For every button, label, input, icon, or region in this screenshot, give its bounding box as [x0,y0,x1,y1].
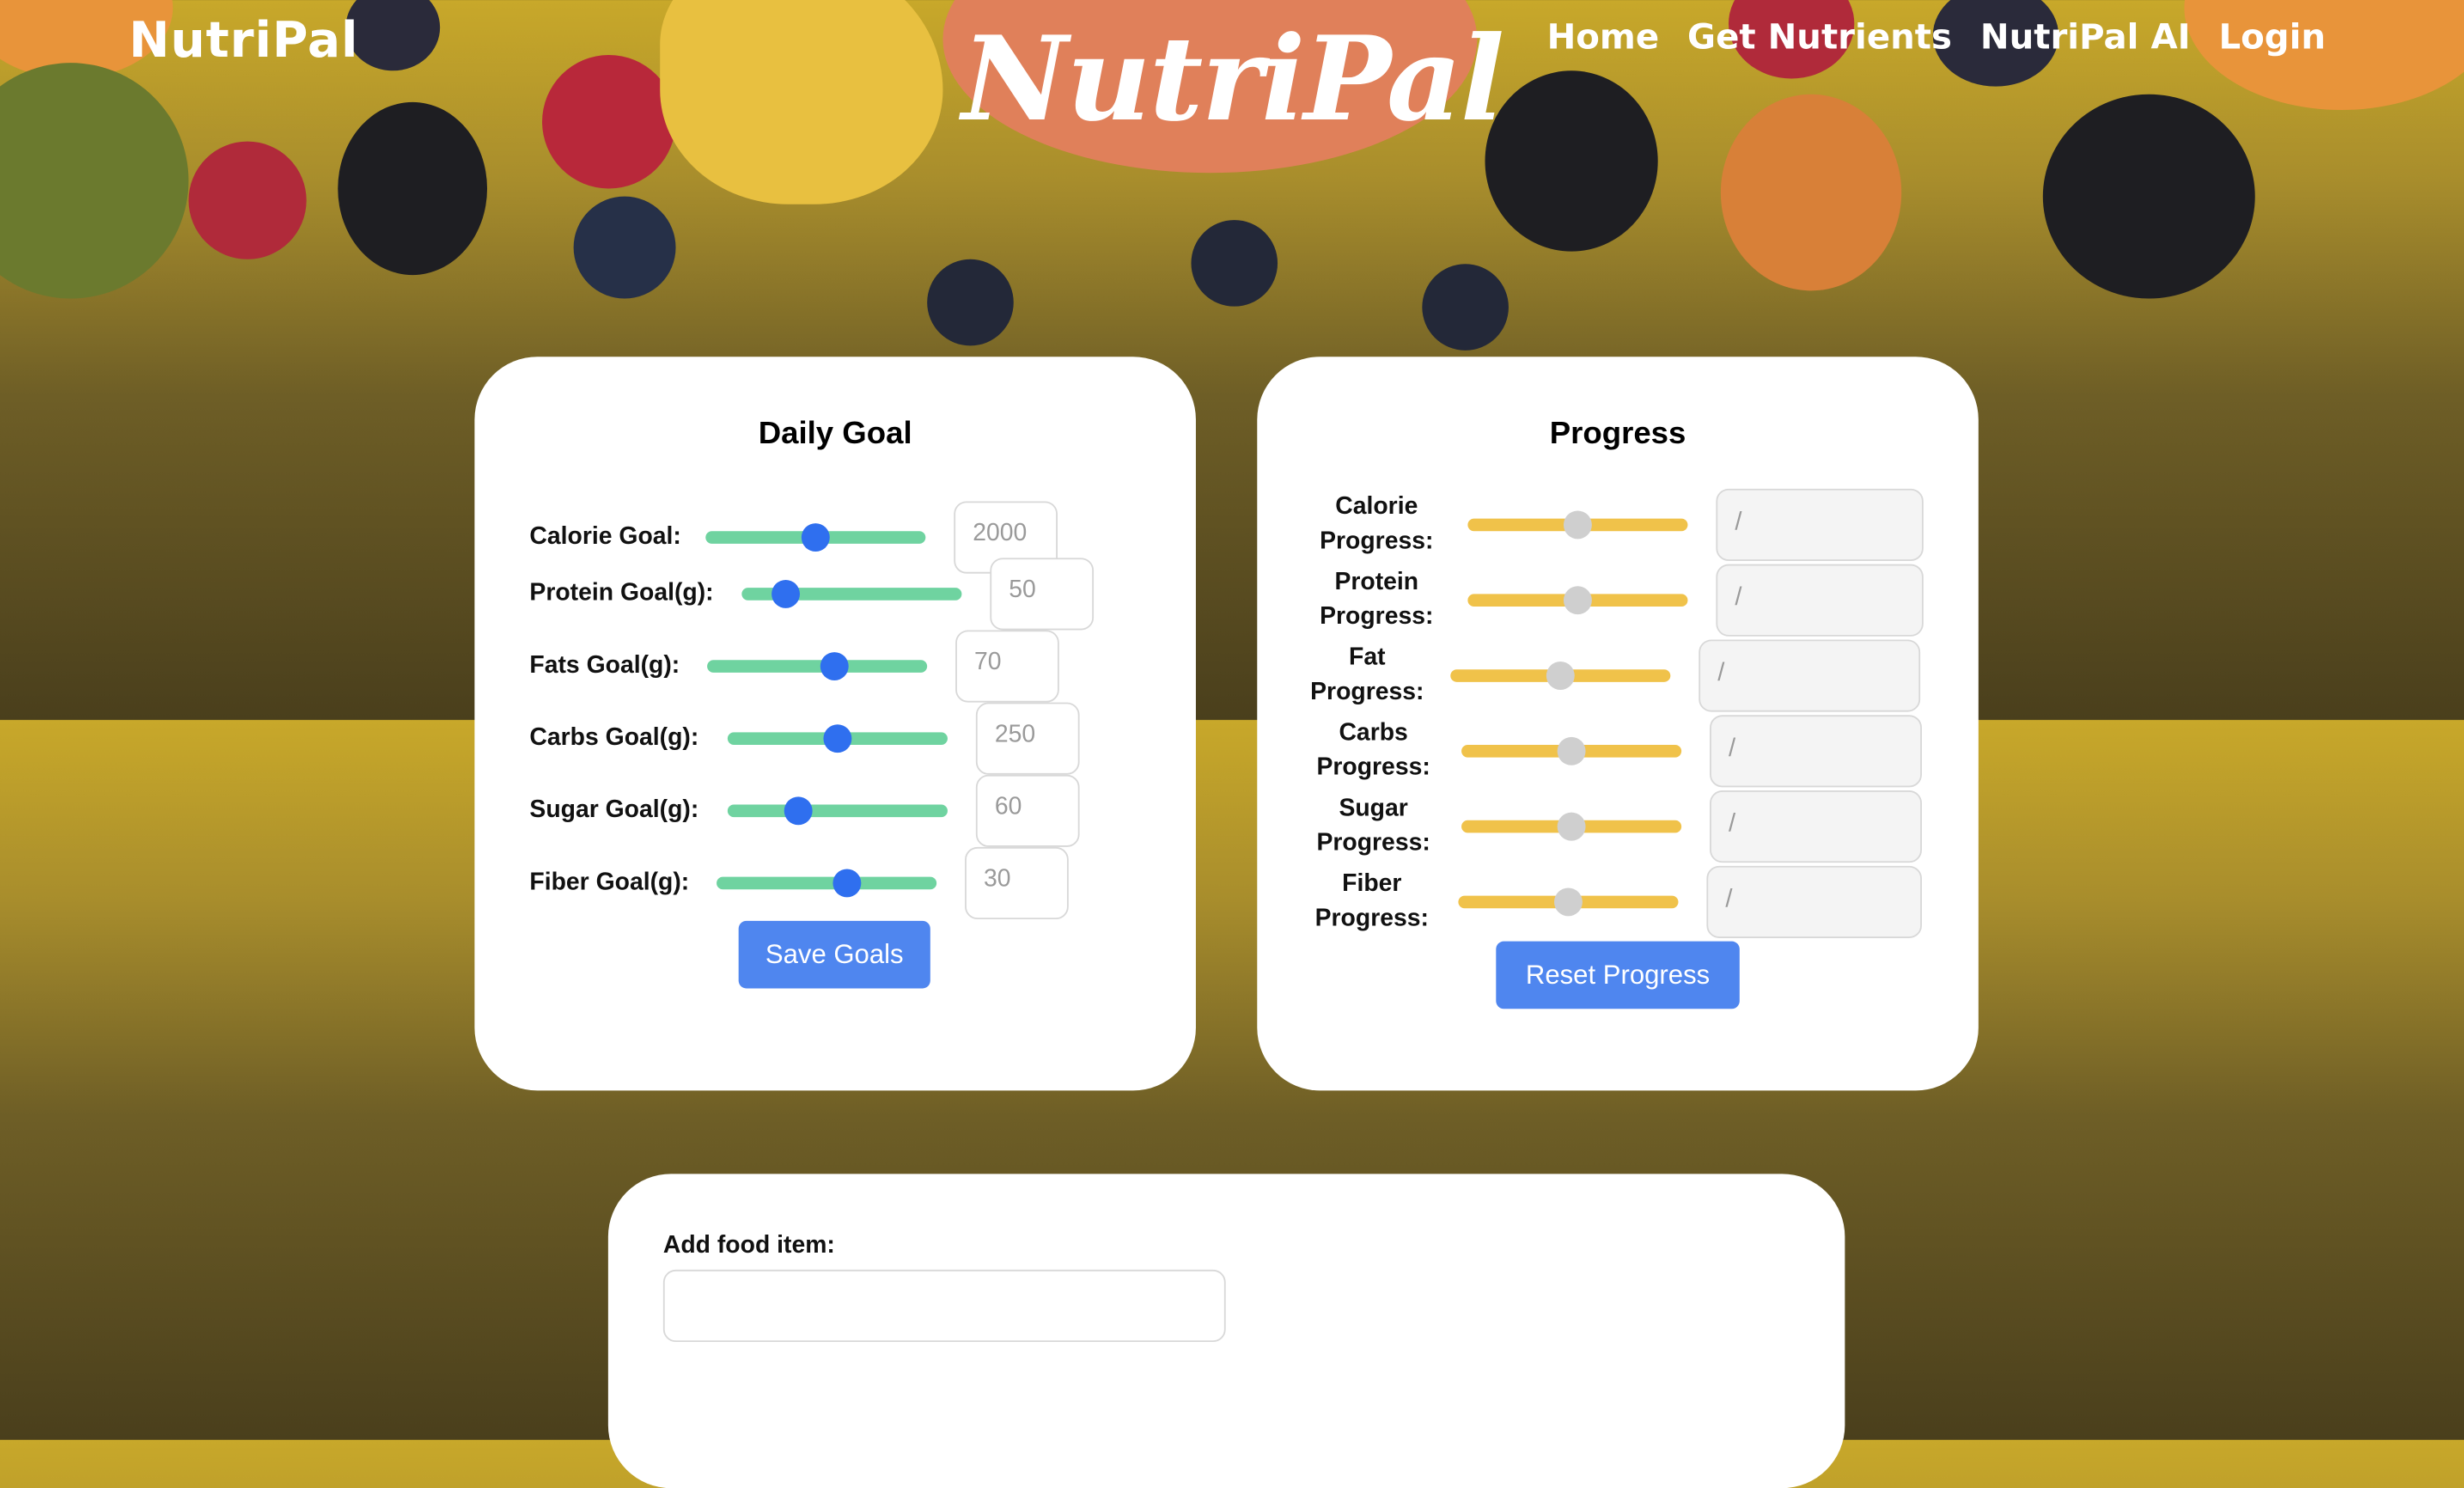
nav-links: Home Get Nutrients NutriPal AI Login [1547,19,2326,58]
carbs-progress-field: / [1710,715,1922,788]
carbs-goal-row: Carbs Goal(g): 250 [529,702,1080,775]
label-line: Sugar [1339,795,1408,822]
fat-progress-field: / [1699,639,1921,712]
nav-link-home[interactable]: Home [1547,19,1660,58]
nav-link-login[interactable]: Login [2219,19,2327,58]
fat-progress-slider[interactable] [1450,662,1671,690]
slider-thumb[interactable] [1553,887,1583,917]
add-food-card: Add food item: [607,1174,1845,1488]
fiber-goal-input[interactable]: 30 [965,846,1069,920]
fats-goal-input[interactable]: 70 [955,630,1059,703]
calorie-progress-slider[interactable] [1467,510,1688,540]
nav-link-get-nutrients[interactable]: Get Nutrients [1687,19,1952,58]
background-image [0,0,2464,1317]
add-food-label: Add food item: [662,1232,835,1259]
label-line: Calorie [1335,493,1418,521]
daily-goal-card: Daily Goal Calorie Goal: 2000 Protein Go… [474,357,1196,1091]
slider-thumb[interactable] [1563,510,1592,540]
protein-progress-row: Protein Progress: / [1314,564,1924,637]
slider-thumb[interactable] [801,523,830,552]
sugar-goal-input[interactable]: 60 [975,774,1080,847]
protein-progress-slider[interactable] [1467,586,1688,615]
slider-thumb[interactable] [820,652,850,681]
progress-title: Progress [1549,416,1686,451]
carbs-goal-slider[interactable] [727,724,948,753]
calorie-progress-field: / [1716,488,1924,561]
carbs-goal-input[interactable]: 250 [975,702,1080,775]
slider-thumb[interactable] [832,869,861,898]
carbs-progress-label: Carbs Progress: [1310,717,1436,785]
fats-goal-label: Fats Goal(g): [529,652,680,680]
label-line: Fat [1349,643,1386,672]
fat-progress-label: Fat Progress: [1306,641,1429,710]
fiber-goal-row: Fiber Goal(g): 30 [529,846,1069,920]
nav-link-nutripal-ai[interactable]: NutriPal AI [1980,19,2191,58]
carbs-progress-row: Carbs Progress: / [1310,715,1922,788]
sugar-progress-label: Sugar Progress: [1310,792,1436,861]
fiber-goal-slider[interactable] [717,869,937,898]
label-line: Progress: [1310,679,1424,706]
slider-thumb[interactable] [1563,586,1592,615]
fats-goal-slider[interactable] [707,652,928,681]
sugar-progress-row: Sugar Progress: / [1310,790,1922,863]
calorie-progress-row: Calorie Progress: / [1314,488,1924,561]
carbs-goal-label: Carbs Goal(g): [529,724,699,752]
fiber-progress-label: Fiber Progress: [1309,868,1435,936]
save-goals-button[interactable]: Save Goals [738,920,930,989]
fiber-progress-row: Fiber Progress: / [1309,865,1922,938]
progress-card: Progress Calorie Progress: / Protein Progr… [1257,357,1979,1091]
protein-goal-label: Protein Goal(g): [529,579,714,607]
slider-thumb[interactable] [1546,662,1575,690]
sugar-goal-slider[interactable] [727,796,948,826]
slider-thumb[interactable] [784,796,813,826]
protein-goal-slider[interactable] [741,579,962,608]
protein-goal-input[interactable]: 50 [990,558,1095,631]
top-nav: NutriPal NutriPal Home Get Nutrients Nut… [0,0,2464,148]
protein-goal-row: Protein Goal(g): 50 [529,558,1095,631]
reset-progress-button[interactable]: Reset Progress [1496,941,1740,1009]
calorie-goal-label: Calorie Goal: [529,523,681,551]
label-line: Carbs [1339,719,1408,747]
fat-progress-row: Fat Progress: / [1306,639,1921,712]
brand-logo[interactable]: NutriPal [129,13,358,70]
label-line: Progress: [1320,528,1434,555]
hero-title: NutriPal [961,12,1504,148]
slider-thumb[interactable] [772,579,801,608]
label-line: Protein [1334,569,1419,596]
label-line: Progress: [1316,829,1430,857]
protein-progress-field: / [1716,564,1924,637]
calorie-goal-slider[interactable] [705,523,926,552]
sugar-goal-row: Sugar Goal(g): 60 [529,774,1080,847]
fiber-goal-label: Fiber Goal(g): [529,869,690,896]
add-food-input[interactable] [662,1269,1226,1343]
slider-thumb[interactable] [823,724,852,753]
label-line: Progress: [1314,905,1429,932]
slider-thumb[interactable] [1557,736,1586,765]
fiber-progress-slider[interactable] [1458,887,1679,917]
fiber-progress-field: / [1706,865,1922,938]
sugar-goal-label: Sugar Goal(g): [529,796,699,824]
sugar-progress-slider[interactable] [1461,812,1682,841]
label-line: Progress: [1316,753,1430,782]
carbs-progress-slider[interactable] [1461,736,1682,765]
sugar-progress-field: / [1710,790,1922,863]
label-line: Progress: [1320,603,1434,631]
daily-goal-title: Daily Goal [758,416,912,451]
fats-goal-row: Fats Goal(g): 70 [529,630,1059,703]
protein-progress-label: Protein Progress: [1314,565,1439,634]
slider-thumb[interactable] [1557,812,1586,841]
calorie-progress-label: Calorie Progress: [1314,491,1439,559]
label-line: Fiber [1342,870,1402,898]
